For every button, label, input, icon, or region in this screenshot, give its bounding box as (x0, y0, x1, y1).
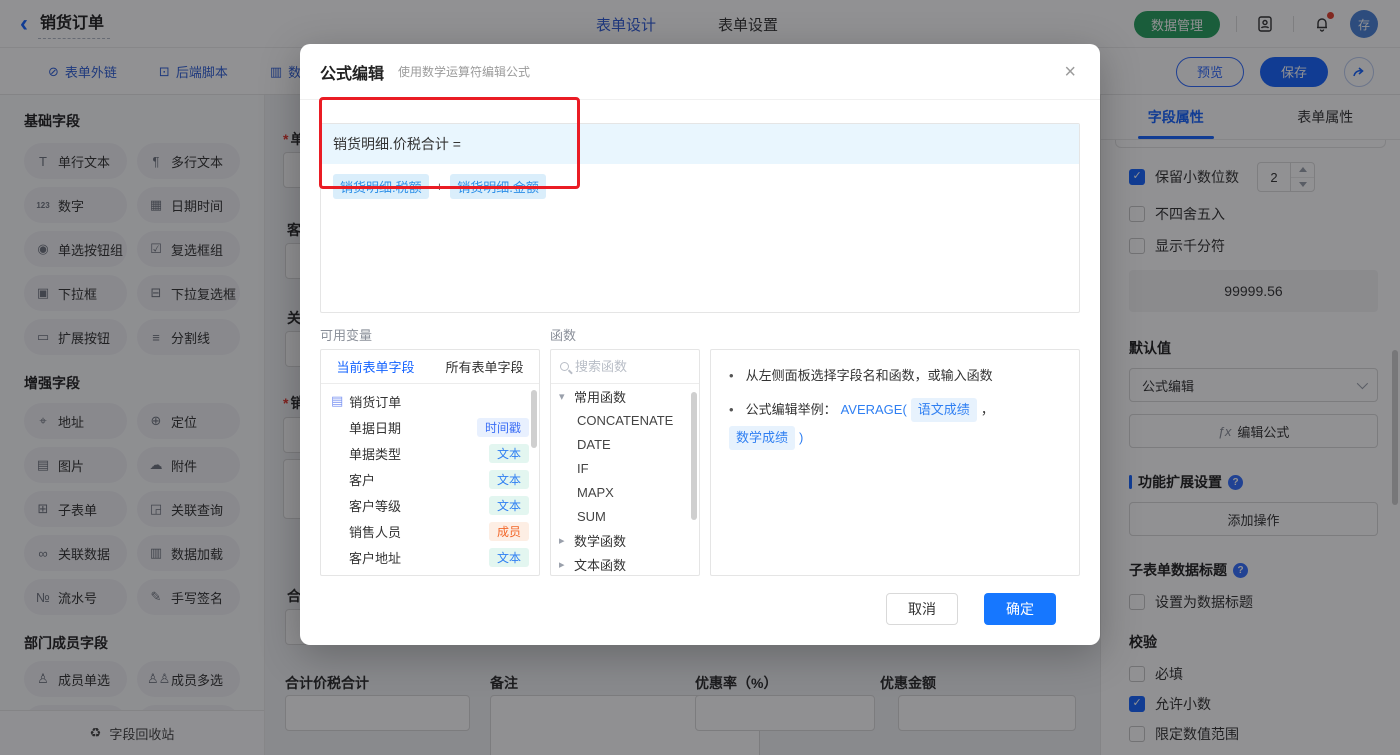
plus-operator: + (435, 179, 444, 194)
root-label: 销货订单 (349, 394, 402, 410)
dialog-panels: 当前表单字段 所有表单字段 ▤ 销货订单 单据日期 时间戳 单据类型 文本 客户 文本… (320, 349, 1080, 576)
example-chip-2: 数学成绩 (729, 426, 796, 450)
variables-scrollbar[interactable] (531, 390, 537, 448)
type-badge: 文本 (488, 443, 529, 463)
variable-row[interactable]: 单据类型 文本 (321, 440, 539, 466)
functions-label: 函数 (550, 328, 577, 343)
function-item[interactable]: SUM (551, 504, 699, 528)
formula-edit-dialog: 公式编辑 使用数学运算符编辑公式 × 销货明细.价税合计 = 销货明细.税额 +… (300, 44, 1100, 645)
function-group-text[interactable]: ▸ 文本函数 (551, 552, 699, 575)
tab-all-form-fields[interactable]: 所有表单字段 (430, 350, 539, 383)
variables-root-node[interactable]: ▤ 销货订单 (321, 388, 539, 414)
formula-editor[interactable]: 销货明细.价税合计 = 销货明细.税额 + 销货明细.金额 (320, 123, 1080, 313)
variable-row[interactable]: 客户地址 文本 (321, 544, 539, 570)
variable-row[interactable]: 销售人员 成员 (321, 518, 539, 544)
cancel-button[interactable]: 取消 (886, 593, 958, 625)
type-badge: 文本 (488, 469, 529, 489)
help-panel: 从左侧面板选择字段名和函数，或输入函数 公式编辑举例： AVERAGE( 语文成… (710, 349, 1080, 576)
chevron-right-icon: ▸ (559, 534, 565, 547)
function-search-input[interactable] (575, 359, 690, 374)
type-badge: 时间戳 (476, 417, 529, 437)
function-item[interactable]: CONCATENATE (551, 408, 699, 432)
type-badge: 文本 (488, 547, 529, 567)
variables-panel: 当前表单字段 所有表单字段 ▤ 销货订单 单据日期 时间戳 单据类型 文本 客户 文本… (320, 349, 540, 576)
function-group-common[interactable]: ▾ 常用函数 (551, 384, 699, 408)
chevron-down-icon: ▾ (559, 390, 565, 403)
variables-label: 可用变量 (320, 328, 373, 343)
functions-panel: ▾常用函数 CONCATENATE DATE IF MAPX SUM ▸数学函数… (550, 349, 700, 576)
dialog-header: 公式编辑 使用数学运算符编辑公式 × (300, 44, 1100, 100)
variable-row[interactable]: 客户等级 文本 (321, 492, 539, 518)
function-item[interactable]: IF (551, 456, 699, 480)
functions-scrollbar[interactable] (691, 392, 697, 520)
dialog-title: 公式编辑 (320, 65, 385, 83)
document-icon: ▤ (331, 393, 344, 408)
tab-current-form-fields[interactable]: 当前表单字段 (321, 350, 430, 383)
chevron-right-icon: ▸ (559, 558, 565, 571)
function-close: ) (799, 430, 804, 445)
function-item[interactable]: MAPX (551, 480, 699, 504)
dialog-footer: 取消 确定 (320, 593, 1080, 625)
search-icon (560, 362, 569, 371)
help-line-1: 从左侧面板选择字段名和函数，或输入函数 (729, 365, 1061, 387)
confirm-button[interactable]: 确定 (984, 593, 1056, 625)
formula-target-line: 销货明细.价税合计 = (321, 124, 1079, 164)
variable-row[interactable]: 单据日期 时间戳 (321, 414, 539, 440)
type-badge: 文本 (488, 495, 529, 515)
type-badge: 成员 (488, 521, 529, 541)
example-chip-1: 语文成绩 (910, 398, 977, 422)
variables-tabs: 当前表单字段 所有表单字段 (321, 350, 539, 384)
formula-token-tax[interactable]: 销货明细.税额 (333, 174, 429, 199)
function-item[interactable]: DATE (551, 432, 699, 456)
function-group-math[interactable]: ▸ 数学函数 (551, 528, 699, 552)
function-open: AVERAGE( (840, 402, 907, 417)
formula-token-amount[interactable]: 销货明细.金额 (450, 174, 546, 199)
variable-row[interactable]: 客户 文本 (321, 466, 539, 492)
close-icon[interactable]: × (1064, 62, 1076, 82)
example-label: 公式编辑举例： (745, 402, 837, 417)
help-line-2: 公式编辑举例： AVERAGE( 语文成绩 ， 数学成绩 ) (729, 398, 1061, 450)
app-root: ‹ 销货订单 表单设计 表单设置 数据管理 存 ⊘ 表单外链 ⊡ 后端脚本 ▥ … (0, 0, 1400, 755)
function-search (551, 350, 699, 384)
dialog-body: 销货明细.价税合计 = 销货明细.税额 + 销货明细.金额 可用变量 函数 当前… (300, 97, 1100, 625)
formula-expression: 销货明细.税额 + 销货明细.金额 (321, 164, 1079, 209)
dialog-subtitle: 使用数学运算符编辑公式 (398, 65, 531, 79)
comma: ， (980, 402, 994, 417)
panel-labels: 可用变量 函数 (320, 325, 1080, 343)
